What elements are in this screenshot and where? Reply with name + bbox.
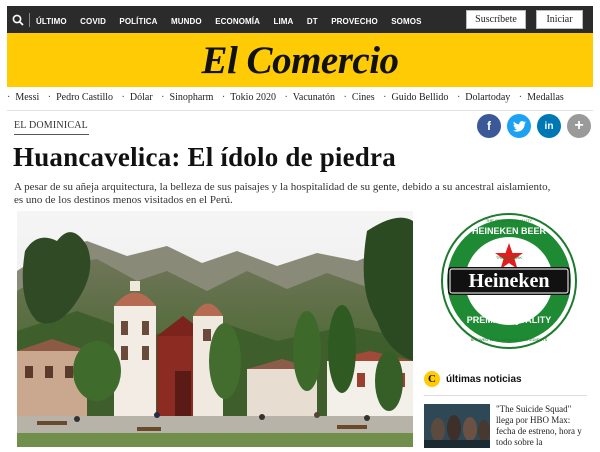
nav-item-politica[interactable]: POLÍTICA — [119, 17, 157, 26]
nav-item-mundo[interactable]: MUNDO — [171, 17, 202, 26]
main-nav: ÚLTIMO COVID POLÍTICA MUNDO ECONOMÍA LIM… — [36, 11, 431, 29]
tag-bullet: · — [518, 92, 523, 103]
nav-item-lima[interactable]: LIMA — [273, 17, 293, 26]
masthead: El Comercio — [7, 33, 593, 87]
article-photo[interactable] — [17, 211, 413, 447]
linkedin-share-button[interactable]: in — [537, 114, 561, 138]
ad-brand-text: Heineken — [468, 270, 549, 292]
subscribe-button[interactable]: Suscríbete — [466, 10, 526, 29]
tag-vacunaton[interactable]: Vacunatón — [293, 92, 335, 103]
tag-dolar[interactable]: Dólar — [130, 92, 153, 103]
plus-icon: + — [574, 117, 584, 134]
site-logo[interactable]: El Comercio — [201, 38, 399, 83]
ad-beer-text: HEINEKEN BEER — [472, 226, 547, 236]
tag-bullet: · — [456, 92, 461, 103]
share-buttons: f in + — [477, 114, 591, 138]
ad-tiny-text: BREWED WITH NATURAL INGREDIENTS — [471, 337, 548, 342]
tag-tokio-2020[interactable]: Tokio 2020 — [230, 92, 276, 103]
news-headline[interactable]: "The Suicide Squad" llega por HBO Max: f… — [496, 404, 588, 452]
ad-top-text: THE ORIGINAL QUALITY — [486, 218, 533, 223]
latest-news-item[interactable]: "The Suicide Squad" llega por HBO Max: f… — [424, 404, 590, 452]
tag-guido-bellido[interactable]: Guido Bellido — [391, 92, 448, 103]
news-thumbnail[interactable] — [424, 404, 490, 448]
latest-news-title: últimas noticias — [446, 373, 522, 385]
article-section[interactable]: EL DOMINICAL — [14, 120, 88, 131]
login-button[interactable]: Iniciar — [536, 10, 583, 29]
search-button[interactable] — [7, 6, 29, 33]
latest-news-header: C últimas noticias — [424, 371, 522, 387]
tags-divider — [7, 110, 593, 111]
tag-sinopharm[interactable]: Sinopharm — [170, 92, 214, 103]
tag-medallas[interactable]: Medallas — [527, 92, 564, 103]
more-share-button[interactable]: + — [567, 114, 591, 138]
facebook-icon: f — [487, 119, 491, 133]
tag-messi[interactable]: Messi — [15, 92, 39, 103]
trending-tags: · Messi · Pedro Castillo · Dólar · Sinopharm… — [7, 92, 593, 107]
search-icon — [12, 14, 24, 26]
tag-dolartoday[interactable]: Dolartoday — [465, 92, 510, 103]
nav-divider — [29, 12, 30, 27]
linkedin-icon: in — [544, 120, 554, 132]
heineken-ad[interactable]: Heineken HEINEKEN BEER THE ORIGINAL QUAL… — [440, 213, 578, 349]
el-comercio-logo-icon: C — [424, 371, 440, 387]
tag-bullet: · — [343, 92, 347, 103]
nav-item-somos[interactable]: SOMOS — [391, 17, 421, 26]
nav-item-dt[interactable]: DT — [307, 17, 318, 26]
tag-bullet: · — [121, 92, 125, 103]
twitter-icon — [512, 120, 526, 132]
nav-item-economia[interactable]: ECONOMÍA — [215, 17, 260, 26]
tag-bullet: · — [161, 92, 165, 103]
nav-item-ultimo[interactable]: ÚLTIMO — [36, 17, 67, 26]
tag-pedro-castillo[interactable]: Pedro Castillo — [56, 92, 113, 103]
latest-news-divider — [424, 395, 587, 396]
ad-trade-mark: TRADE MARK — [496, 255, 523, 260]
twitter-share-button[interactable] — [507, 114, 531, 138]
section-underline — [14, 134, 89, 135]
article-title: Huancavelica: El ídolo de piedra — [13, 142, 396, 172]
ad-bottom-text: PREMIUM QUALITY — [467, 315, 552, 325]
tag-bullet: · — [284, 92, 288, 103]
facebook-share-button[interactable]: f — [477, 114, 501, 138]
tag-bullet: · — [47, 92, 52, 103]
nav-item-covid[interactable]: COVID — [80, 17, 106, 26]
tag-bullet: · — [383, 92, 387, 103]
tag-bullet: · — [7, 92, 11, 103]
tag-bullet: · — [221, 92, 226, 103]
tag-cines[interactable]: Cines — [352, 92, 375, 103]
nav-item-provecho[interactable]: PROVECHO — [331, 17, 378, 26]
top-navigation-bar: ÚLTIMO COVID POLÍTICA MUNDO ECONOMÍA LIM… — [7, 6, 593, 33]
article-lead: A pesar de su añeja arquitectura, la bel… — [14, 181, 551, 206]
